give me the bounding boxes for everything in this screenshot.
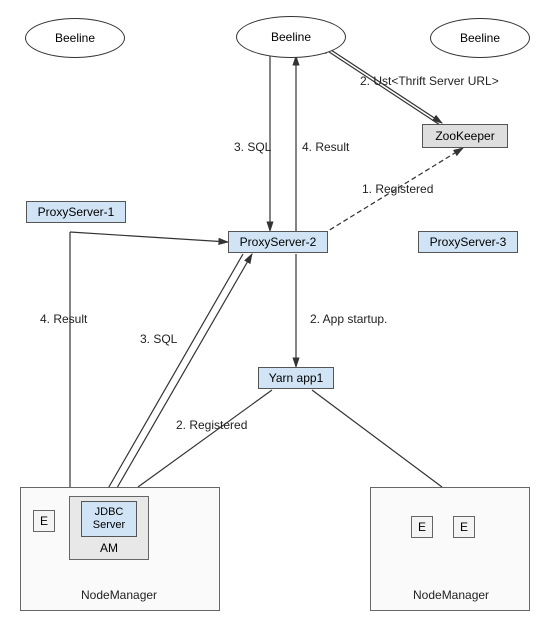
beeline-node-3: Beeline (430, 18, 530, 58)
beeline-node-1: Beeline (25, 18, 125, 58)
am-container: JDBC Server AM (69, 496, 149, 560)
executor-box: E (33, 510, 55, 532)
edge-label-result-top: 4. Result (302, 140, 349, 154)
beeline-node-2: Beeline (236, 16, 346, 58)
edge-label-result-left: 4. Result (40, 312, 87, 326)
am-label: AM (100, 541, 118, 555)
beeline-label: Beeline (55, 31, 95, 45)
yarn-label: Yarn app1 (269, 371, 324, 385)
beeline-label: Beeline (460, 31, 500, 45)
zookeeper-node: ZooKeeper (422, 124, 508, 148)
edge-label-app-startup: 2. App startup. (310, 312, 387, 326)
yarn-app-node: Yarn app1 (258, 367, 334, 389)
proxyserver-3-node: ProxyServer-3 (418, 231, 518, 253)
edge-label-registered-2: 2. Registered (176, 418, 247, 432)
edge-label-registered-1: 1. Registered (362, 182, 433, 196)
nodemanager-1-container: E JDBC Server AM NodeManager (20, 487, 220, 611)
executor-box: E (411, 516, 433, 538)
edge-label-sql-mid: 3. SQL (140, 332, 177, 346)
proxy3-label: ProxyServer-3 (430, 235, 507, 249)
nodemanager-2-container: E E NodeManager (370, 487, 530, 611)
jdbc-server-node: JDBC Server (81, 501, 137, 537)
edge-label-sql-top: 3. SQL (234, 140, 271, 154)
beeline-label: Beeline (271, 30, 311, 44)
proxyserver-1-node: ProxyServer-1 (26, 201, 126, 223)
nodemanager-label: NodeManager (413, 588, 489, 602)
proxy1-label: ProxyServer-1 (38, 205, 115, 219)
nodemanager-label: NodeManager (81, 588, 157, 602)
executor-box: E (453, 516, 475, 538)
zookeeper-label: ZooKeeper (435, 129, 494, 143)
proxyserver-2-node: ProxyServer-2 (228, 231, 328, 253)
edge-label-ust: 2. Ust<Thrift Server URL> (360, 74, 499, 88)
proxy2-label: ProxyServer-2 (240, 235, 317, 249)
